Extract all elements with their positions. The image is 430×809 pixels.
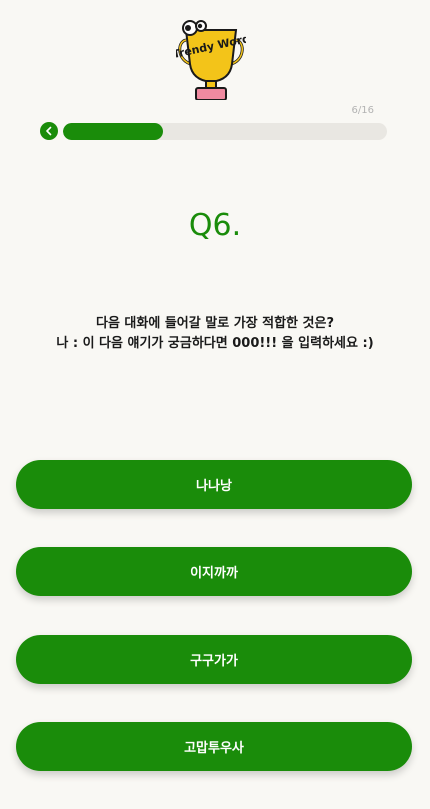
progress-bar xyxy=(63,123,387,140)
question-line-2: 나 : 이 다음 얘기가 궁금하다면 000!!! 을 입력하세요 :) xyxy=(56,336,374,351)
question-line-1: 다음 대화에 들어갈 말로 가장 적합한 것은? xyxy=(95,316,335,331)
question-number: Q6. xyxy=(188,208,242,243)
back-button[interactable] xyxy=(40,122,58,140)
progress-fill xyxy=(63,123,164,140)
answer-option-2[interactable]: 이지까까 xyxy=(16,547,412,596)
question-text: 다음 대화에 들어갈 말로 가장 적합한 것은? 나 : 이 다음 얘기가 궁금… xyxy=(0,314,430,354)
answer-option-4[interactable]: 고맙투우사 xyxy=(16,722,412,771)
answer-option-3[interactable]: 구구가가 xyxy=(16,635,412,684)
trendy-word-logo: Trendy Word xyxy=(172,18,251,101)
progress-count: 6/16 xyxy=(351,105,374,116)
answer-option-1[interactable]: 나나낭 xyxy=(16,460,412,509)
chevron-left-icon xyxy=(46,126,52,136)
